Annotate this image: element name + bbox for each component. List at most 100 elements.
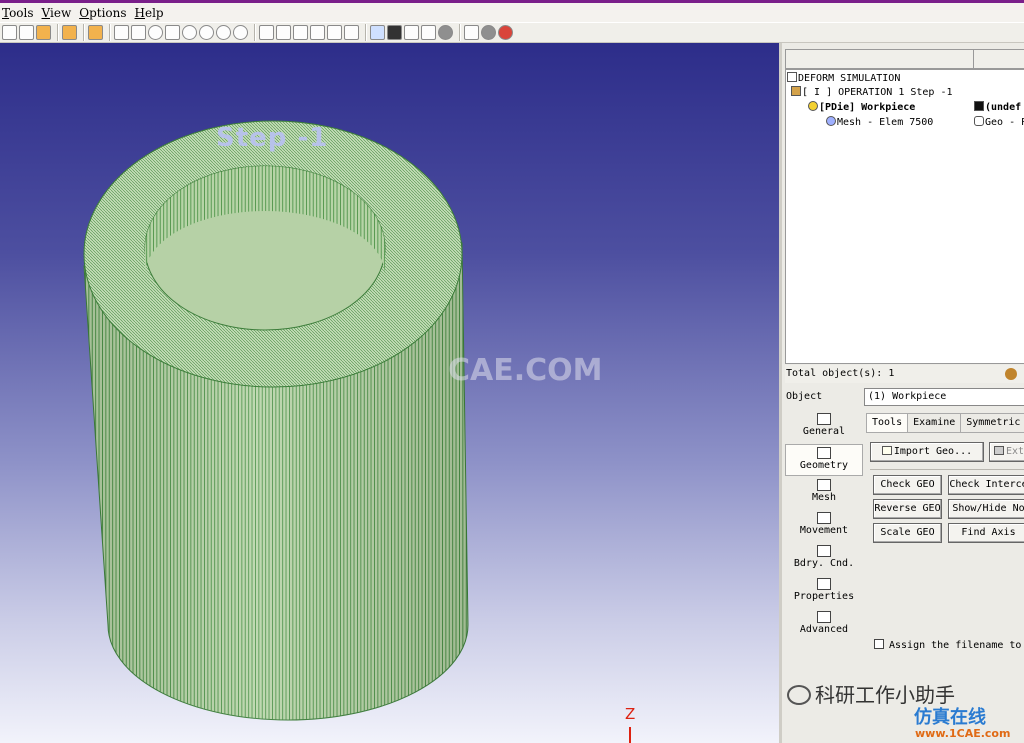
- operation-icon: [791, 86, 801, 96]
- open-icon[interactable]: [19, 25, 34, 40]
- menu-bar: Tools View Options Help: [0, 3, 1024, 22]
- tree-header-col-name[interactable]: [786, 50, 974, 68]
- simulator-icon[interactable]: [370, 25, 385, 40]
- simulation-icon: [787, 72, 797, 82]
- tree-root[interactable]: DEFORM SIMULATION: [787, 72, 900, 84]
- tab-symmetric[interactable]: Symmetric: [960, 413, 1024, 433]
- menu-view[interactable]: View: [42, 6, 72, 20]
- total-objects: Total object(s): 1: [785, 365, 1024, 383]
- nav-properties[interactable]: Properties: [785, 576, 863, 608]
- reverse-geo-button[interactable]: Reverse GEO: [873, 499, 942, 519]
- toolbar-separator: [365, 24, 366, 41]
- scale-geo-button[interactable]: Scale GEO: [873, 523, 942, 543]
- movement-icon: [817, 512, 831, 524]
- nav-mesh[interactable]: Mesh: [785, 477, 863, 509]
- menu-help[interactable]: Help: [135, 6, 164, 20]
- menu-tools[interactable]: Tools: [2, 6, 34, 20]
- tab-tools[interactable]: Tools: [866, 413, 909, 433]
- nav-boundary[interactable]: Bdry. Cnd.: [785, 543, 863, 575]
- help-icon[interactable]: [438, 25, 453, 40]
- total-objects-label: Total object(s): 1: [786, 368, 895, 379]
- tree-header-col-status[interactable]: [974, 50, 1024, 68]
- menu-options[interactable]: Options: [79, 6, 126, 20]
- find-axis-button[interactable]: Find Axis: [948, 523, 1024, 543]
- select-arrow-icon[interactable]: [114, 25, 129, 40]
- nav-advanced[interactable]: Advanced: [785, 609, 863, 641]
- toolbar-separator: [254, 24, 255, 41]
- save-icon[interactable]: [36, 25, 51, 40]
- import-geo-button[interactable]: Import Geo...: [870, 442, 984, 462]
- folder-icon[interactable]: [62, 25, 77, 40]
- tree-operation-label: [ I ] OPERATION 1 Step -1: [802, 87, 953, 98]
- tab-divider: [866, 432, 1024, 433]
- nav-advanced-label: Advanced: [799, 624, 849, 635]
- measure-icon[interactable]: [88, 25, 103, 40]
- object-field[interactable]: (1) Workpiece: [864, 388, 1024, 406]
- stop-icon[interactable]: [481, 25, 496, 40]
- rotate-x-icon[interactable]: [182, 25, 197, 40]
- pointer-help-icon[interactable]: [464, 25, 479, 40]
- site-watermark-cn: 仿真在线: [914, 707, 986, 728]
- tree-object-label: [PDie] Workpiece: [819, 102, 916, 113]
- axis-z-label: Z: [625, 705, 636, 723]
- tree-object-status-label: (undef: [985, 102, 1022, 113]
- workpiece-cylinder: [83, 120, 469, 721]
- toolbar-separator: [83, 24, 84, 41]
- tree-mesh[interactable]: Mesh - Elem 7500: [826, 116, 933, 128]
- general-icon: [817, 413, 831, 425]
- boundary-icon: [817, 545, 831, 557]
- view-reset-icon[interactable]: [344, 25, 359, 40]
- check-icon[interactable]: [421, 25, 436, 40]
- nav-geometry-label: Geometry: [799, 460, 849, 471]
- check-intersect-button[interactable]: Check Interce: [948, 475, 1024, 495]
- toolbar-separator: [109, 24, 110, 41]
- toolbar-separator: [57, 24, 58, 41]
- tree-operation[interactable]: [ I ] OPERATION 1 Step -1: [791, 86, 953, 98]
- nav-geometry[interactable]: Geometry: [785, 444, 863, 476]
- view-iso-icon[interactable]: [259, 25, 274, 40]
- tree-header: [785, 49, 1024, 69]
- nav-movement[interactable]: Movement: [785, 510, 863, 542]
- status-icon: [974, 101, 984, 111]
- nav-general[interactable]: General: [785, 411, 863, 443]
- check-geo-button[interactable]: Check GEO: [873, 475, 942, 495]
- pan-icon[interactable]: [131, 25, 146, 40]
- view-yz-icon[interactable]: [310, 25, 325, 40]
- nav-mesh-label: Mesh: [811, 492, 837, 503]
- show-hide-button[interactable]: Show/Hide No: [948, 499, 1024, 519]
- nav-general-label: General: [802, 426, 846, 437]
- exit-icon[interactable]: [498, 25, 513, 40]
- button-separator: [870, 469, 1024, 470]
- watermark-text: CAE.COM: [448, 353, 603, 388]
- mesh-icon: [817, 479, 831, 491]
- tab-examine[interactable]: Examine: [907, 413, 962, 433]
- advanced-icon: [817, 611, 831, 623]
- zoom-icon[interactable]: [148, 25, 163, 40]
- database-icon[interactable]: [404, 25, 419, 40]
- view-fit-icon[interactable]: [327, 25, 342, 40]
- extract-icon: [993, 446, 1004, 455]
- tree-geo[interactable]: Geo - P: [974, 116, 1024, 128]
- mesh-gen-icon[interactable]: [387, 25, 402, 40]
- view-xz-icon[interactable]: [293, 25, 308, 40]
- graphics-viewport[interactable]: Step -1 CAE.COM Z: [0, 43, 779, 743]
- view-xy-icon[interactable]: [276, 25, 291, 40]
- wechat-icon: [787, 685, 811, 705]
- extract-button[interactable]: Ext: [989, 442, 1024, 462]
- new-icon[interactable]: [2, 25, 17, 40]
- tree-mesh-label: Mesh - Elem 7500: [837, 117, 934, 128]
- properties-icon: [817, 578, 831, 590]
- nav-properties-label: Properties: [793, 591, 855, 602]
- rotate-z-icon[interactable]: [216, 25, 231, 40]
- tree-object[interactable]: [PDie] Workpiece: [808, 101, 915, 113]
- site-watermark-url: www.1CAE.com: [915, 727, 1011, 740]
- rotate-y-icon[interactable]: [199, 25, 214, 40]
- rotate-free-icon[interactable]: [233, 25, 248, 40]
- object-label: Object: [786, 391, 823, 402]
- tree-object-status: (undef: [974, 101, 1021, 113]
- assign-filename-checkbox[interactable]: [874, 639, 884, 649]
- assign-filename-label: Assign the filename to t: [889, 640, 1024, 651]
- zoom-box-icon[interactable]: [165, 25, 180, 40]
- nav-movement-label: Movement: [799, 525, 849, 536]
- object-list-icon[interactable]: [1005, 368, 1017, 380]
